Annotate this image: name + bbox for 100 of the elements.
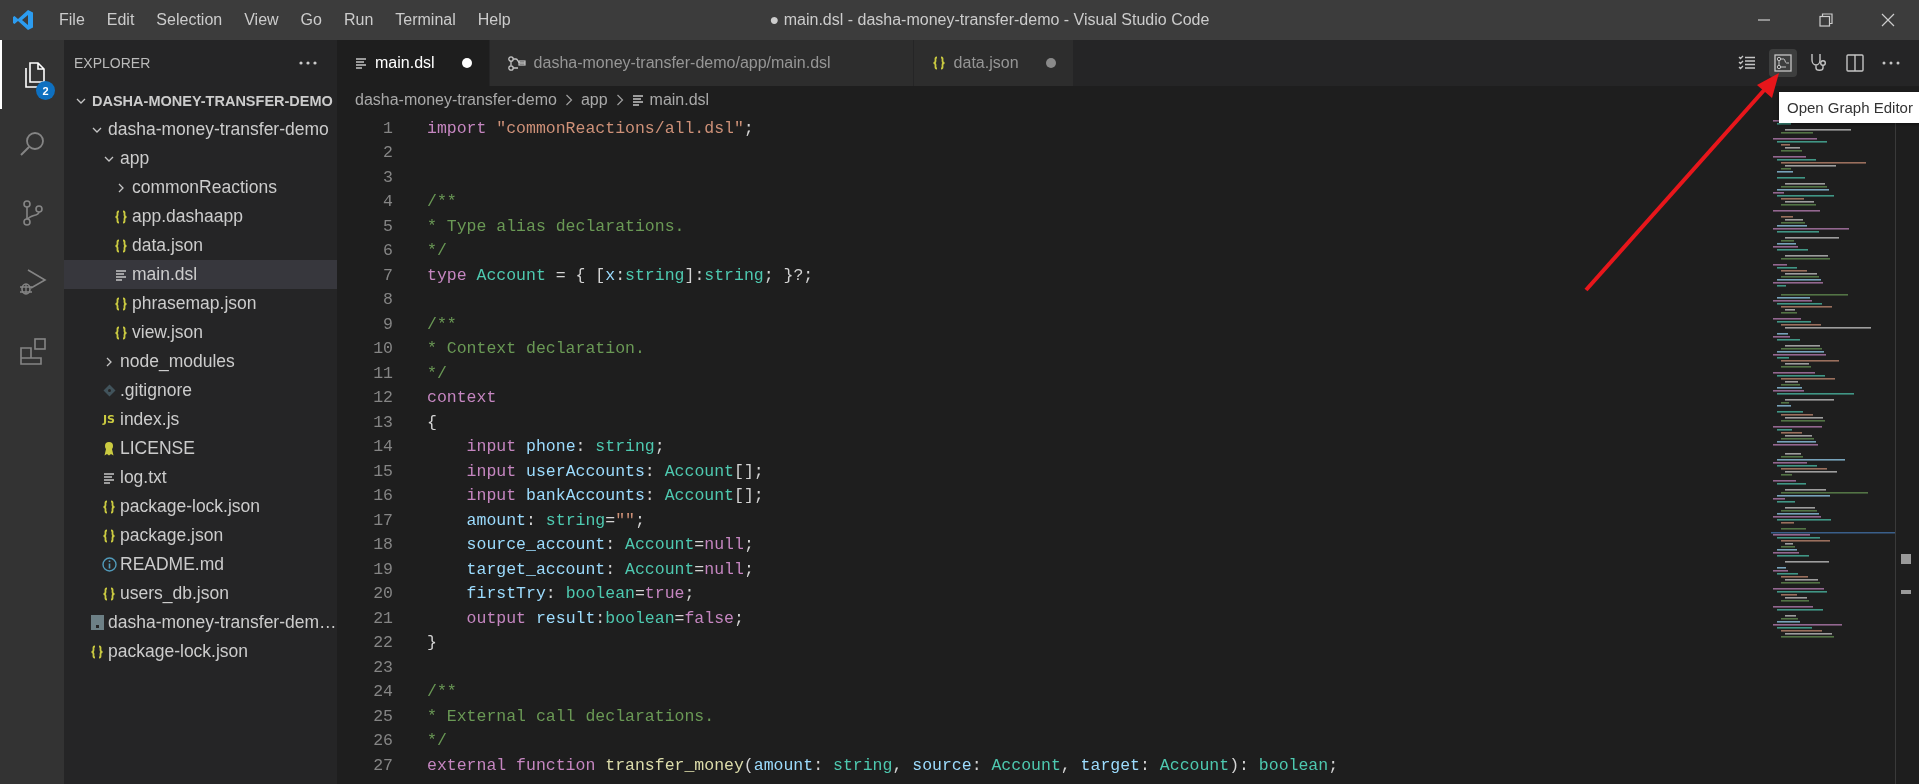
line-number: 15: [372, 461, 393, 481]
code-line: input userAccounts: Account[];: [465, 461, 764, 481]
diamond-icon: [102, 384, 116, 397]
breadcrumb-item[interactable]: main.dsl: [649, 91, 710, 109]
line-number: 5: [382, 216, 393, 236]
code-line: output result:boolean=false;: [465, 608, 744, 628]
code-line: context: [427, 388, 497, 408]
tree-section-header[interactable]: DASHA-MONEY-TRANSFER-DEMO: [64, 86, 337, 115]
ribbon-icon: [103, 441, 115, 456]
window-title: ● main.dsl - dasha-money-transfer-demo - Visual Studio Code: [768, 11, 1210, 29]
line-number: 24: [372, 682, 393, 702]
tree-row[interactable]: app.dashaapp: [64, 202, 337, 231]
line-number: 21: [372, 608, 393, 628]
menu-item[interactable]: View: [233, 11, 290, 29]
chevron-right-icon: [564, 94, 573, 106]
checklist-icon: [1738, 55, 1756, 71]
line-number: 2: [382, 143, 393, 163]
code-line: target_account: Account=null;: [465, 559, 754, 579]
graph-button[interactable]: [1769, 49, 1797, 77]
menu-item[interactable]: File: [48, 11, 96, 29]
tree-row[interactable]: JS index.js: [64, 405, 337, 434]
graph-icon: [1774, 54, 1792, 72]
tooltip: Open Graph Editor: [1779, 92, 1919, 123]
line-number: 16: [372, 486, 393, 506]
braces-icon: [102, 499, 116, 514]
code-line: type Account = { [x:string]:string; }?;: [427, 265, 814, 285]
lines-icon: [103, 471, 115, 484]
lines-icon: [115, 268, 127, 281]
breadcrumb-item[interactable]: dasha-money-transfer-demo: [355, 91, 557, 109]
blocks-icon: [18, 335, 48, 366]
tree-row[interactable]: package.json: [64, 521, 337, 550]
explorer-title: EXPLORER: [74, 55, 151, 71]
menu-item[interactable]: Go: [289, 11, 333, 29]
code-line: * External call declarations.: [427, 706, 715, 726]
tree-row[interactable]: .gitignore: [64, 376, 337, 405]
code-line: import "commonReactions/all.dsl";: [427, 118, 754, 138]
lines-icon: [631, 94, 644, 106]
tree-row[interactable]: package-lock.json: [64, 637, 337, 666]
braces-icon: [114, 296, 128, 311]
line-number: 23: [372, 657, 393, 677]
menu-item[interactable]: Edit: [95, 11, 146, 29]
braces-icon: [114, 238, 128, 253]
app-logo-icon[interactable]: [12, 9, 34, 31]
restore-icon: [1819, 13, 1833, 27]
line-number: 27: [372, 755, 393, 775]
breadcrumb-item[interactable]: app: [580, 91, 608, 109]
code-line: source_account: Account=null;: [465, 535, 754, 555]
code-line: /**: [427, 314, 457, 334]
flow-icon: [507, 55, 526, 71]
tree-row[interactable]: log.txt: [64, 463, 337, 492]
tree-row[interactable]: LICENSE: [64, 434, 337, 463]
line-number: 1: [382, 118, 393, 138]
scroll-marker: [1901, 590, 1911, 594]
code-line: firstTry: boolean=true;: [465, 584, 695, 604]
line-number: 20: [372, 584, 393, 604]
line-number: 3: [382, 167, 393, 187]
stethoscope-icon: [1809, 53, 1829, 73]
tree-row[interactable]: README.md: [64, 550, 337, 579]
tree-row[interactable]: users_db.json: [64, 579, 337, 608]
more-icon[interactable]: [299, 61, 317, 65]
line-number: 11: [372, 363, 393, 383]
scroll-marker: [1901, 554, 1911, 564]
code-line: /**: [427, 682, 457, 702]
editor-tab[interactable]: data.json: [913, 40, 1074, 86]
split-icon: [1846, 54, 1864, 72]
line-number: 7: [382, 265, 393, 285]
line-number: 17: [372, 510, 393, 530]
code-line: /**: [427, 192, 457, 212]
tree-row[interactable]: dasha-money-transfer-demo: [64, 115, 337, 144]
braces-icon: [90, 644, 104, 659]
tree-row[interactable]: main.dsl: [64, 260, 337, 289]
info-icon: [101, 557, 117, 572]
tree-row[interactable]: commonReactions: [64, 173, 337, 202]
menu-item[interactable]: Terminal: [384, 11, 467, 29]
archive-icon: [90, 615, 104, 630]
menu-item[interactable]: Selection: [145, 11, 234, 29]
code-line: input bankAccounts: Account[];: [465, 486, 764, 506]
menu-item[interactable]: Help: [466, 11, 522, 29]
more-icon: [1882, 61, 1900, 65]
lines-icon: [355, 57, 367, 69]
js-icon: JS: [103, 413, 115, 426]
play-bug-icon: [18, 266, 48, 297]
close-icon: [1881, 13, 1895, 27]
tree-row[interactable]: view.json: [64, 318, 337, 347]
tree-row[interactable]: data.json: [64, 231, 337, 260]
tree-row[interactable]: dasha-money-transfer-dem…: [64, 608, 337, 637]
editor-tab[interactable]: dasha-money-transfer-demo/app/main.dsl: [489, 40, 914, 86]
braces-icon: [931, 56, 946, 70]
braces-icon: [114, 209, 128, 224]
tree-row[interactable]: node_modules: [64, 347, 337, 376]
editor-tab[interactable]: main.dsl: [337, 40, 490, 86]
tree-row[interactable]: app: [64, 144, 337, 173]
code-line: {: [427, 412, 437, 432]
code-line: * Type alias declarations.: [427, 216, 685, 236]
chevron-right-icon: [116, 182, 126, 193]
tree-row[interactable]: package-lock.json: [64, 492, 337, 521]
tree-row[interactable]: phrasemap.json: [64, 289, 337, 318]
code-line: * Context declaration.: [427, 339, 645, 359]
menu-item[interactable]: Run: [332, 11, 385, 29]
chevron-right-icon: [104, 356, 114, 367]
